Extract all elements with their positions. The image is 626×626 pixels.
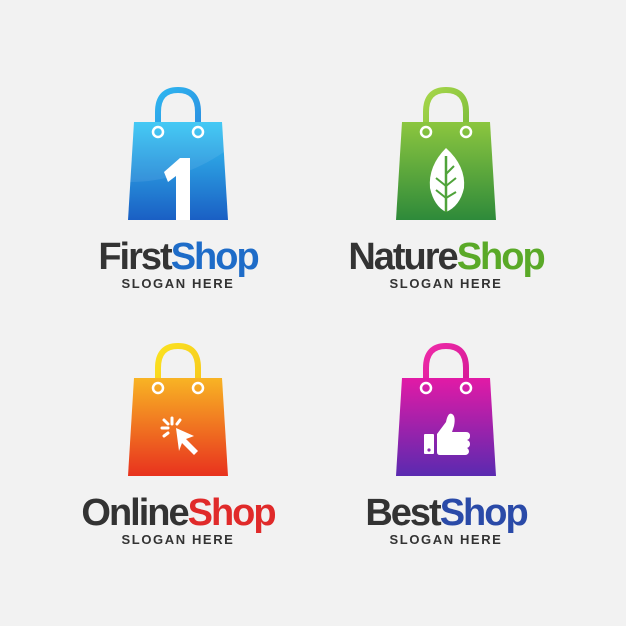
brand-name: FirstShop (58, 238, 298, 276)
brand-word-accent: Shop (456, 236, 546, 278)
brand-name: OnlineShop (58, 494, 298, 532)
logo-first-shop: FirstShop SLOGAN HERE (58, 82, 298, 312)
brand-name: BestShop (326, 494, 566, 532)
shopping-bag-icon (396, 86, 496, 220)
slogan: SLOGAN HERE (389, 532, 503, 547)
brand-word-accent: Shop (439, 492, 529, 534)
brand-word-accent: Shop (170, 236, 260, 278)
slogan: SLOGAN HERE (389, 276, 503, 291)
brand-name: NatureShop (326, 238, 566, 276)
shopping-bag-icon (128, 342, 228, 476)
logo-online-shop: OnlineShop SLOGAN HERE (58, 338, 298, 568)
logo-sheet: FirstShop SLOGAN HERE NatureShop SLOGAN … (0, 0, 626, 626)
slogan: SLOGAN HERE (121, 276, 235, 291)
logo-nature-shop: NatureShop SLOGAN HERE (326, 82, 566, 312)
brand-word-accent: Shop (187, 492, 277, 534)
brand-word-primary: First (98, 236, 172, 278)
logo-best-shop: BestShop SLOGAN HERE (326, 338, 566, 568)
shopping-bag-icon (128, 86, 228, 220)
brand-word-primary: Best (365, 492, 441, 534)
slogan: SLOGAN HERE (121, 532, 235, 547)
brand-word-primary: Online (81, 492, 189, 534)
shopping-bag-icon (396, 342, 496, 476)
brand-word-primary: Nature (348, 236, 458, 278)
